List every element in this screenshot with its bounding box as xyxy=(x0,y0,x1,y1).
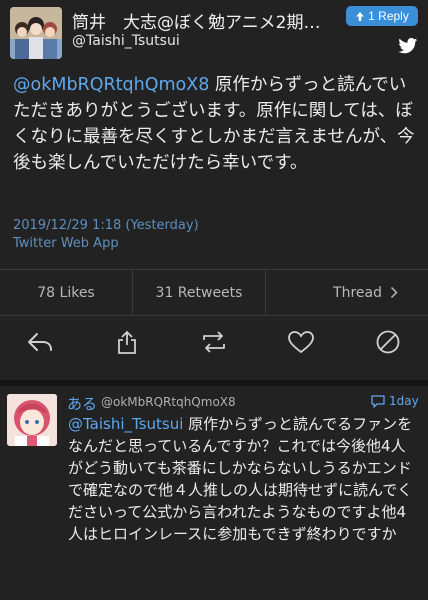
reply-time: 1day xyxy=(389,394,419,408)
twitter-bird-icon xyxy=(398,38,418,54)
thread-link[interactable]: Thread xyxy=(266,270,428,315)
tweet-text: @okMbRQRtqhQmoX8 原作からずっと読んでいただきありがとうございま… xyxy=(13,72,417,176)
reply-author-handle[interactable]: @okMbRQRtqhQmoX8 xyxy=(101,395,236,409)
like-icon[interactable] xyxy=(287,330,315,354)
block-icon[interactable] xyxy=(374,330,402,354)
reply-mention[interactable]: @Taishi_Tsutsui xyxy=(68,415,183,433)
tweet-source[interactable]: Twitter Web App xyxy=(13,236,119,251)
share-icon[interactable] xyxy=(113,330,141,354)
reply-count-button[interactable]: 1 Reply xyxy=(346,6,418,26)
reply-text: @Taishi_Tsutsui 原作からずっと読んでるファンをなんだと思っている… xyxy=(68,413,420,545)
retweet-icon[interactable] xyxy=(200,330,228,354)
reply-meta: 1day xyxy=(370,394,419,408)
reply-author-avatar[interactable] xyxy=(7,394,57,446)
main-tweet: 筒井 大志@ぼく勉アニメ2期… @Taishi_Tsutsui 1 Reply … xyxy=(0,0,428,380)
thread-label: Thread xyxy=(333,284,382,301)
arrow-up-icon xyxy=(356,11,365,21)
reply-count-label: 1 Reply xyxy=(368,9,409,23)
author-handle[interactable]: @Taishi_Tsutsui xyxy=(72,33,180,49)
author-display-name[interactable]: 筒井 大志@ぼく勉アニメ2期… xyxy=(72,8,332,33)
reply-author-name[interactable]: ある xyxy=(67,393,97,414)
tweet-stats: 78 Likes 31 Retweets Thread xyxy=(0,269,428,316)
tweet-mention[interactable]: @okMbRQRtqhQmoX8 xyxy=(13,75,209,95)
chevron-right-icon xyxy=(390,286,398,299)
author-avatar[interactable] xyxy=(10,7,62,59)
tweet-timestamp: 2019/12/29 1:18 (Yesterday) xyxy=(13,218,199,233)
reply-body-text: 原作からずっと読んでるファンをなんだと思っているんですか？これでは今後他4人がど… xyxy=(68,415,413,543)
retweets-count[interactable]: 31 Retweets xyxy=(133,270,266,315)
reply-icon[interactable] xyxy=(26,330,54,354)
likes-count[interactable]: 78 Likes xyxy=(0,270,133,315)
tweet-actions xyxy=(0,316,428,368)
speech-bubble-icon xyxy=(371,395,385,408)
reply-tweet[interactable]: ある @okMbRQRtqhQmoX8 1day @Taishi_Tsutsui… xyxy=(0,386,428,600)
